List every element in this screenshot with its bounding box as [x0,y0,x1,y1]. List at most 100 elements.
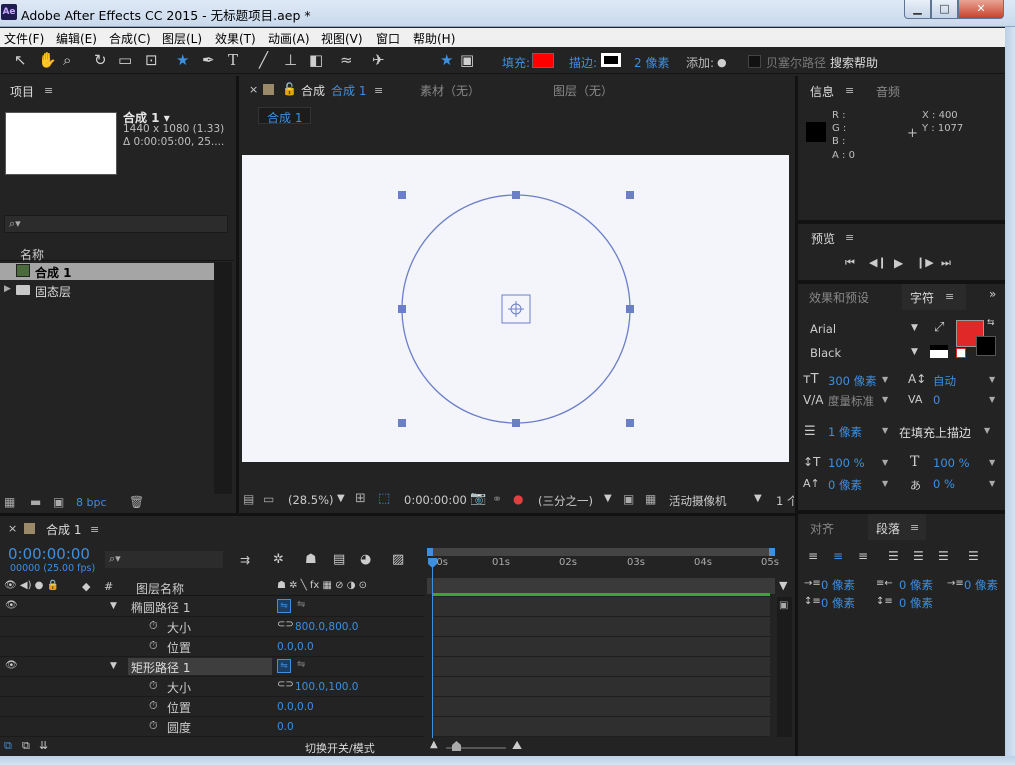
project-item-comp[interactable]: 合成 1 [35,264,72,281]
menu-composition[interactable]: 合成(C) [109,30,151,47]
menu-animation[interactable]: 动画(A) [268,30,310,47]
mask-visibility-icon[interactable]: ⬚ [378,491,390,506]
selection-tool-icon[interactable]: ↖ [14,52,27,68]
previous-frame-icon[interactable]: ◀❙ [869,256,887,269]
chevron-down-icon[interactable]: ▼ [882,458,888,467]
first-frame-icon[interactable]: ⏮ [845,256,855,270]
panel-menu-icon[interactable]: ≡ [90,523,99,536]
frame-blending-icon[interactable]: ▤ [333,552,345,567]
property-track[interactable] [432,697,770,717]
menu-help[interactable]: 帮助(H) [413,30,455,47]
puppet-tool-icon[interactable]: ✈ [372,52,385,68]
new-comp-icon[interactable]: ▣ [53,495,64,509]
chevron-down-icon[interactable]: ▼ [882,375,888,384]
chevron-down-icon[interactable]: ▼ [989,458,995,467]
chevron-down-icon[interactable]: ▼ [984,426,990,435]
in-out-icon[interactable]: ⇊ [39,739,48,752]
table-row[interactable]: ⏱ 位置 0.0,0.0 [0,697,425,717]
work-area-start-handle[interactable] [427,548,433,556]
tab-character[interactable]: 字符 [910,289,934,306]
stroke-color-swatch[interactable] [601,53,621,67]
column-name-label[interactable]: 名称 [20,246,44,263]
tab-align[interactable]: 对齐 [810,520,834,537]
comment-icon[interactable]: ▣ [779,600,788,611]
panel-menu-icon[interactable]: ≡ [845,231,854,244]
lock-icon[interactable]: 🔓 [282,82,297,96]
menu-edit[interactable]: 编辑(E) [56,30,97,47]
tab-paragraph[interactable]: 段落 [876,520,900,537]
table-row[interactable]: ⏱ 大小 ⊂⊃ 100.0,100.0 [0,677,425,697]
chevron-down-icon[interactable]: ▼ [882,395,888,404]
tab-footage[interactable]: 素材（无） [420,82,480,99]
maximize-button[interactable]: □ [931,0,958,19]
horizontal-scale-value[interactable]: 100 % [933,456,970,470]
bezier-path-label[interactable]: 贝塞尔路径 [766,54,826,71]
layer-duration-bar[interactable] [432,657,770,677]
chevron-down-icon[interactable]: ▼ [989,375,995,384]
chevron-down-icon[interactable]: ▼ [337,493,345,504]
column-layer-name-label[interactable]: 图层名称 [136,580,184,597]
align-left-icon[interactable]: ≡ [808,549,818,563]
constrain-proportions-icon[interactable]: ⊂⊃ [277,679,294,690]
indent-first-value[interactable]: 0 像素 [964,577,998,593]
tab-audio[interactable]: 音频 [876,83,900,100]
brush-tool-icon[interactable]: ╱ [259,52,268,68]
tab-comp-prefix[interactable]: 合成 [301,82,325,99]
reverse-path-icon[interactable]: ⇋ [297,599,305,610]
menu-window[interactable]: 窗口 [376,30,400,47]
blend-mode-icon[interactable]: ⇋ [277,599,291,613]
property-value[interactable]: 100.0,100.0 [295,681,358,693]
visibility-eye-icon[interactable]: 👁 [5,660,18,671]
stroke-label[interactable]: 描边: [569,54,597,71]
tsume-value[interactable]: 0 % [933,477,955,491]
align-right-icon[interactable]: ≡ [858,549,868,563]
table-row[interactable]: 👁 ▼ 矩形路径 1 ⇋ ⇋ [0,657,425,677]
font-style-dropdown[interactable]: Black ▼ [804,344,924,361]
justify-left-icon[interactable]: ☰ [888,549,899,563]
menu-view[interactable]: 视图(V) [321,30,363,47]
monitor-icon[interactable]: ▭ [263,492,274,506]
tab-preview[interactable]: 预览 [811,230,835,247]
expand-arrow-icon[interactable]: ▼ [110,661,117,671]
property-value[interactable]: 800.0,800.0 [295,621,358,633]
toggle-switches-modes-button[interactable]: 切换开关/模式 [305,740,375,756]
pen-tool-icon[interactable]: ✒ [202,52,215,68]
tab-timeline-comp[interactable]: 合成 1 [46,521,81,538]
stopwatch-icon[interactable]: ⏱ [149,719,158,733]
panel-menu-icon[interactable]: ≡ [44,84,53,97]
table-row[interactable]: 👁 ▼ 椭圆路径 1 ⇋ ⇋ [0,597,425,617]
viewer-timecode[interactable]: 0:00:00:00 [404,493,467,507]
fill-color-swatch[interactable] [532,53,554,68]
chevron-down-icon[interactable]: ▼ [754,493,762,504]
fill-label[interactable]: 填充: [502,54,530,71]
panel-menu-icon[interactable]: ≡ [910,521,919,534]
rotate-tool-icon[interactable]: ↻ [94,52,107,68]
tool-star-icon[interactable]: ★ [440,52,453,68]
stroke-color-swatch[interactable] [976,336,996,356]
table-row[interactable]: ⏱ 大小 ⊂⊃ 800.0,800.0 [0,617,425,637]
search-help-label[interactable]: 搜索帮助 [830,54,878,71]
timeline-search-input[interactable]: ⌕▾ [105,551,223,568]
property-track[interactable] [432,617,770,637]
space-after-value[interactable]: 0 像素 [899,595,933,611]
kerning-value[interactable]: 度量标准 [828,393,874,409]
indent-right-value[interactable]: 0 像素 [899,577,933,593]
stopwatch-icon[interactable]: ⏱ [149,699,158,713]
menu-layer[interactable]: 图层(L) [162,30,202,47]
comp-breadcrumb[interactable]: 合成 1 [258,107,312,125]
stopwatch-icon[interactable]: ⏱ [149,679,158,693]
add-label[interactable]: 添加: [686,54,714,71]
graph-editor-icon[interactable]: ▨ [392,552,404,567]
snapshot-icon[interactable]: 📷 [470,491,486,506]
close-tab-icon[interactable]: × [249,83,258,96]
timeline-scrollbar[interactable] [777,597,792,737]
tab-comp-name[interactable]: 合成 1 [331,82,366,99]
interpret-footage-icon[interactable]: ▦ [4,495,15,509]
leading-value[interactable]: 自动 [933,373,956,389]
no-color-icon[interactable] [956,348,966,358]
next-frame-icon[interactable]: ❙▶ [916,256,934,269]
chevron-down-icon[interactable]: ▼ [882,426,888,435]
constrain-proportions-icon[interactable]: ⊂⊃ [277,619,294,630]
draft-3d-icon[interactable]: ✲ [273,552,284,567]
close-tab-icon[interactable]: × [8,522,17,535]
